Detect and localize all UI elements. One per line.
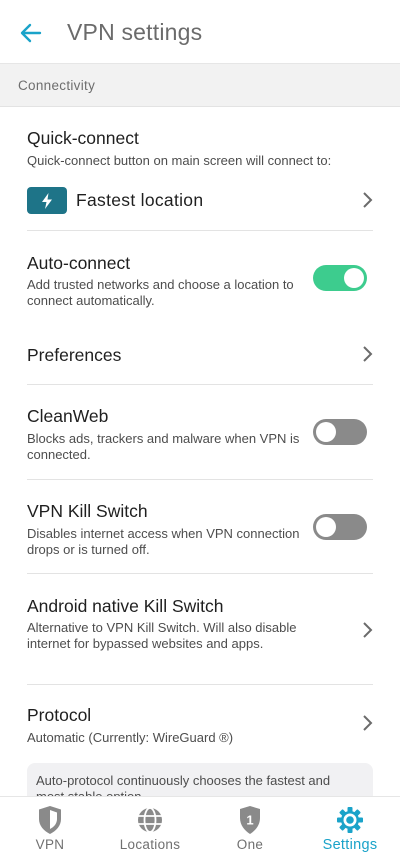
vpn-kill-switch-desc: Disables internet access when VPN connec… [27,526,300,557]
quick-connect-desc: Quick-connect button on main screen will… [27,153,332,168]
shield-icon [35,805,65,835]
one-badge-numeral: 1 [246,813,253,828]
chevron-right-icon [363,346,373,362]
globe-icon [135,805,165,835]
nav-label-locations: Locations [119,837,181,852]
protocol-info-box: Auto-protocol continuously chooses the f… [27,763,373,796]
protocol-label: Protocol [27,705,92,725]
protocol-row[interactable]: Protocol Automatic (Currently: WireGuard… [0,685,400,760]
nav-label-one: One [236,837,264,852]
auto-connect-desc: Add trusted networks and choose a locati… [27,277,294,308]
preferences-row[interactable]: Preferences [0,320,400,384]
chevron-right-icon [363,715,373,731]
cleanweb-label: CleanWeb [27,406,109,426]
page-title: VPN settings [67,19,203,45]
nav-item-settings[interactable]: Settings [300,797,400,859]
cleanweb-desc: Blocks ads, trackers and malware when VP… [27,431,300,462]
nav-item-vpn[interactable]: VPN [0,797,100,859]
auto-connect-toggle[interactable] [313,265,367,291]
fastest-location-bolt [27,187,67,214]
vpn-kill-switch-row[interactable]: VPN Kill Switch Disables internet access… [0,480,400,573]
nav-label-settings: Settings [322,837,378,853]
fastest-location-item[interactable]: Fastest location [0,180,400,230]
back-arrow-icon [20,23,42,43]
protocol-info-text: Auto-protocol continuously chooses the f… [36,773,331,796]
cleanweb-toggle[interactable] [313,419,367,445]
toggle-knob [344,268,364,288]
quick-connect-label: Quick-connect [27,128,139,148]
lightning-bolt-icon [42,192,52,209]
android-kill-switch-label: Android native Kill Switch [27,596,224,616]
gear-icon [335,805,365,835]
protocol-desc: Automatic (Currently: WireGuard ®) [27,730,234,745]
android-kill-switch-desc: Alternative to VPN Kill Switch. Will als… [27,620,297,651]
auto-connect-label: Auto-connect [27,253,131,273]
auto-connect-row[interactable]: Auto-connect Add trusted networks and ch… [0,231,400,320]
chevron-right-icon [363,622,373,638]
one-badge-icon: 1 [235,805,265,835]
nav-item-locations[interactable]: Locations [100,797,200,859]
bottom-navigation: VPN Locations 1 One Settings [0,796,400,859]
android-kill-switch-row[interactable]: Android native Kill Switch Alternative t… [0,574,400,684]
app-bar: VPN settings [0,0,400,64]
section-header-connectivity: Connectivity [0,64,400,107]
toggle-knob [316,422,336,442]
back-button[interactable] [14,16,48,50]
section-title: Connectivity [18,78,96,93]
vpn-kill-switch-label: VPN Kill Switch [27,501,148,521]
fastest-location-label: Fastest location [76,190,204,210]
nav-item-one[interactable]: 1 One [200,797,300,859]
nav-label-vpn: VPN [35,837,65,852]
cleanweb-row[interactable]: CleanWeb Blocks ads, trackers and malwar… [0,385,400,479]
preferences-label: Preferences [27,345,122,365]
chevron-right-icon [363,192,373,208]
toggle-knob [316,517,336,537]
vpn-kill-switch-toggle[interactable] [313,514,367,540]
settings-list: Quick-connect Quick-connect button on ma… [0,107,400,796]
